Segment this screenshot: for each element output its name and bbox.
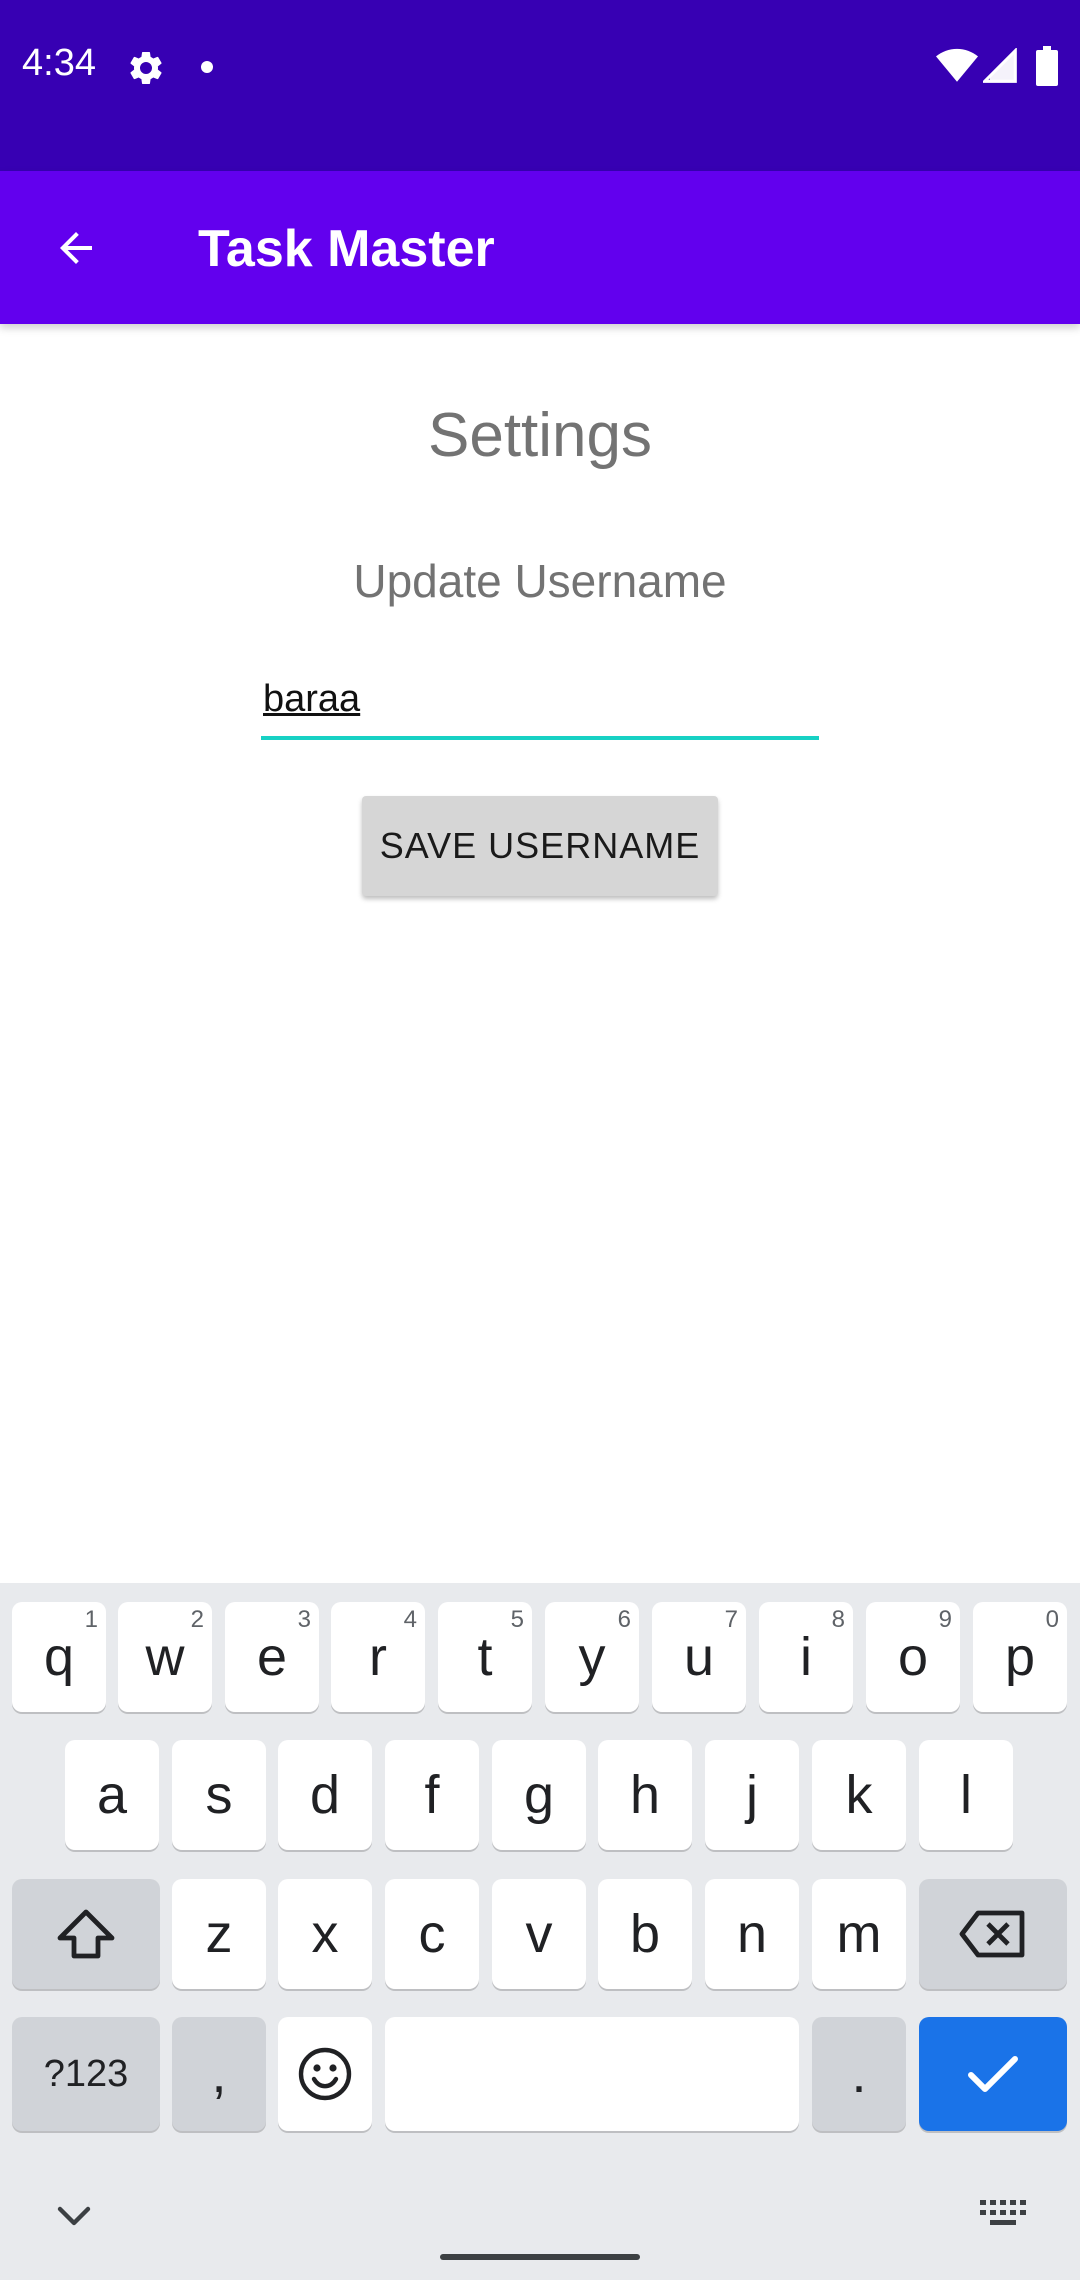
status-time: 4:34 <box>22 42 96 84</box>
emoji-icon <box>298 2047 352 2101</box>
app-title: Task Master <box>198 220 495 278</box>
backspace-icon <box>959 1910 1025 1958</box>
key-d[interactable]: d <box>278 1740 372 1850</box>
username-input[interactable] <box>261 664 819 734</box>
key-j[interactable]: j <box>705 1740 799 1850</box>
key-q[interactable]: q1 <box>12 1602 106 1712</box>
spacebar-key[interactable] <box>385 2017 799 2131</box>
key-f[interactable]: f <box>385 1740 479 1850</box>
key-l[interactable]: l <box>919 1740 1013 1850</box>
key-o[interactable]: o9 <box>866 1602 960 1712</box>
key-g[interactable]: g <box>492 1740 586 1850</box>
app-bar: Task Master <box>0 171 1080 324</box>
save-username-button[interactable]: SAVE USERNAME <box>362 796 718 896</box>
chevron-down-icon[interactable] <box>56 2203 92 2229</box>
gesture-nav-handle[interactable] <box>440 2254 640 2260</box>
key-w[interactable]: w2 <box>118 1602 212 1712</box>
key-p[interactable]: p0 <box>973 1602 1067 1712</box>
key-v[interactable]: v <box>492 1879 586 1989</box>
key-a[interactable]: a <box>65 1740 159 1850</box>
key-n[interactable]: n <box>705 1879 799 1989</box>
emoji-key[interactable] <box>278 2017 372 2131</box>
key-i[interactable]: i8 <box>759 1602 853 1712</box>
key-c[interactable]: c <box>385 1879 479 1989</box>
username-field[interactable] <box>261 664 819 740</box>
key-e[interactable]: e3 <box>225 1602 319 1712</box>
shift-icon <box>57 1909 115 1959</box>
input-underline <box>261 736 819 740</box>
check-icon <box>968 2056 1018 2092</box>
page-title: Settings <box>427 401 653 470</box>
period-key[interactable]: . <box>812 2017 906 2131</box>
key-x[interactable]: x <box>278 1879 372 1989</box>
status-bar: 4:34 <box>0 0 1080 171</box>
notification-dot-icon <box>201 61 213 73</box>
cell-signal-icon <box>983 48 1017 83</box>
comma-key[interactable]: , <box>172 2017 266 2131</box>
arrow-back-icon <box>60 232 92 264</box>
backspace-key[interactable] <box>919 1879 1067 1989</box>
key-t[interactable]: t5 <box>438 1602 532 1712</box>
wifi-icon <box>936 48 978 82</box>
back-button[interactable] <box>36 211 116 285</box>
key-s[interactable]: s <box>172 1740 266 1850</box>
enter-key[interactable] <box>919 2017 1067 2131</box>
key-y[interactable]: y6 <box>545 1602 639 1712</box>
keyboard-icon[interactable] <box>980 2200 1026 2230</box>
key-k[interactable]: k <box>812 1740 906 1850</box>
key-m[interactable]: m <box>812 1879 906 1989</box>
key-h[interactable]: h <box>598 1740 692 1850</box>
key-r[interactable]: r4 <box>331 1602 425 1712</box>
battery-icon <box>1036 46 1058 86</box>
shift-key[interactable] <box>12 1879 160 1989</box>
key-z[interactable]: z <box>172 1879 266 1989</box>
key-b[interactable]: b <box>598 1879 692 1989</box>
key-u[interactable]: u7 <box>652 1602 746 1712</box>
update-username-label: Update Username <box>353 555 727 607</box>
symbols-key[interactable]: ?123 <box>12 2017 160 2131</box>
gear-icon <box>130 51 162 84</box>
